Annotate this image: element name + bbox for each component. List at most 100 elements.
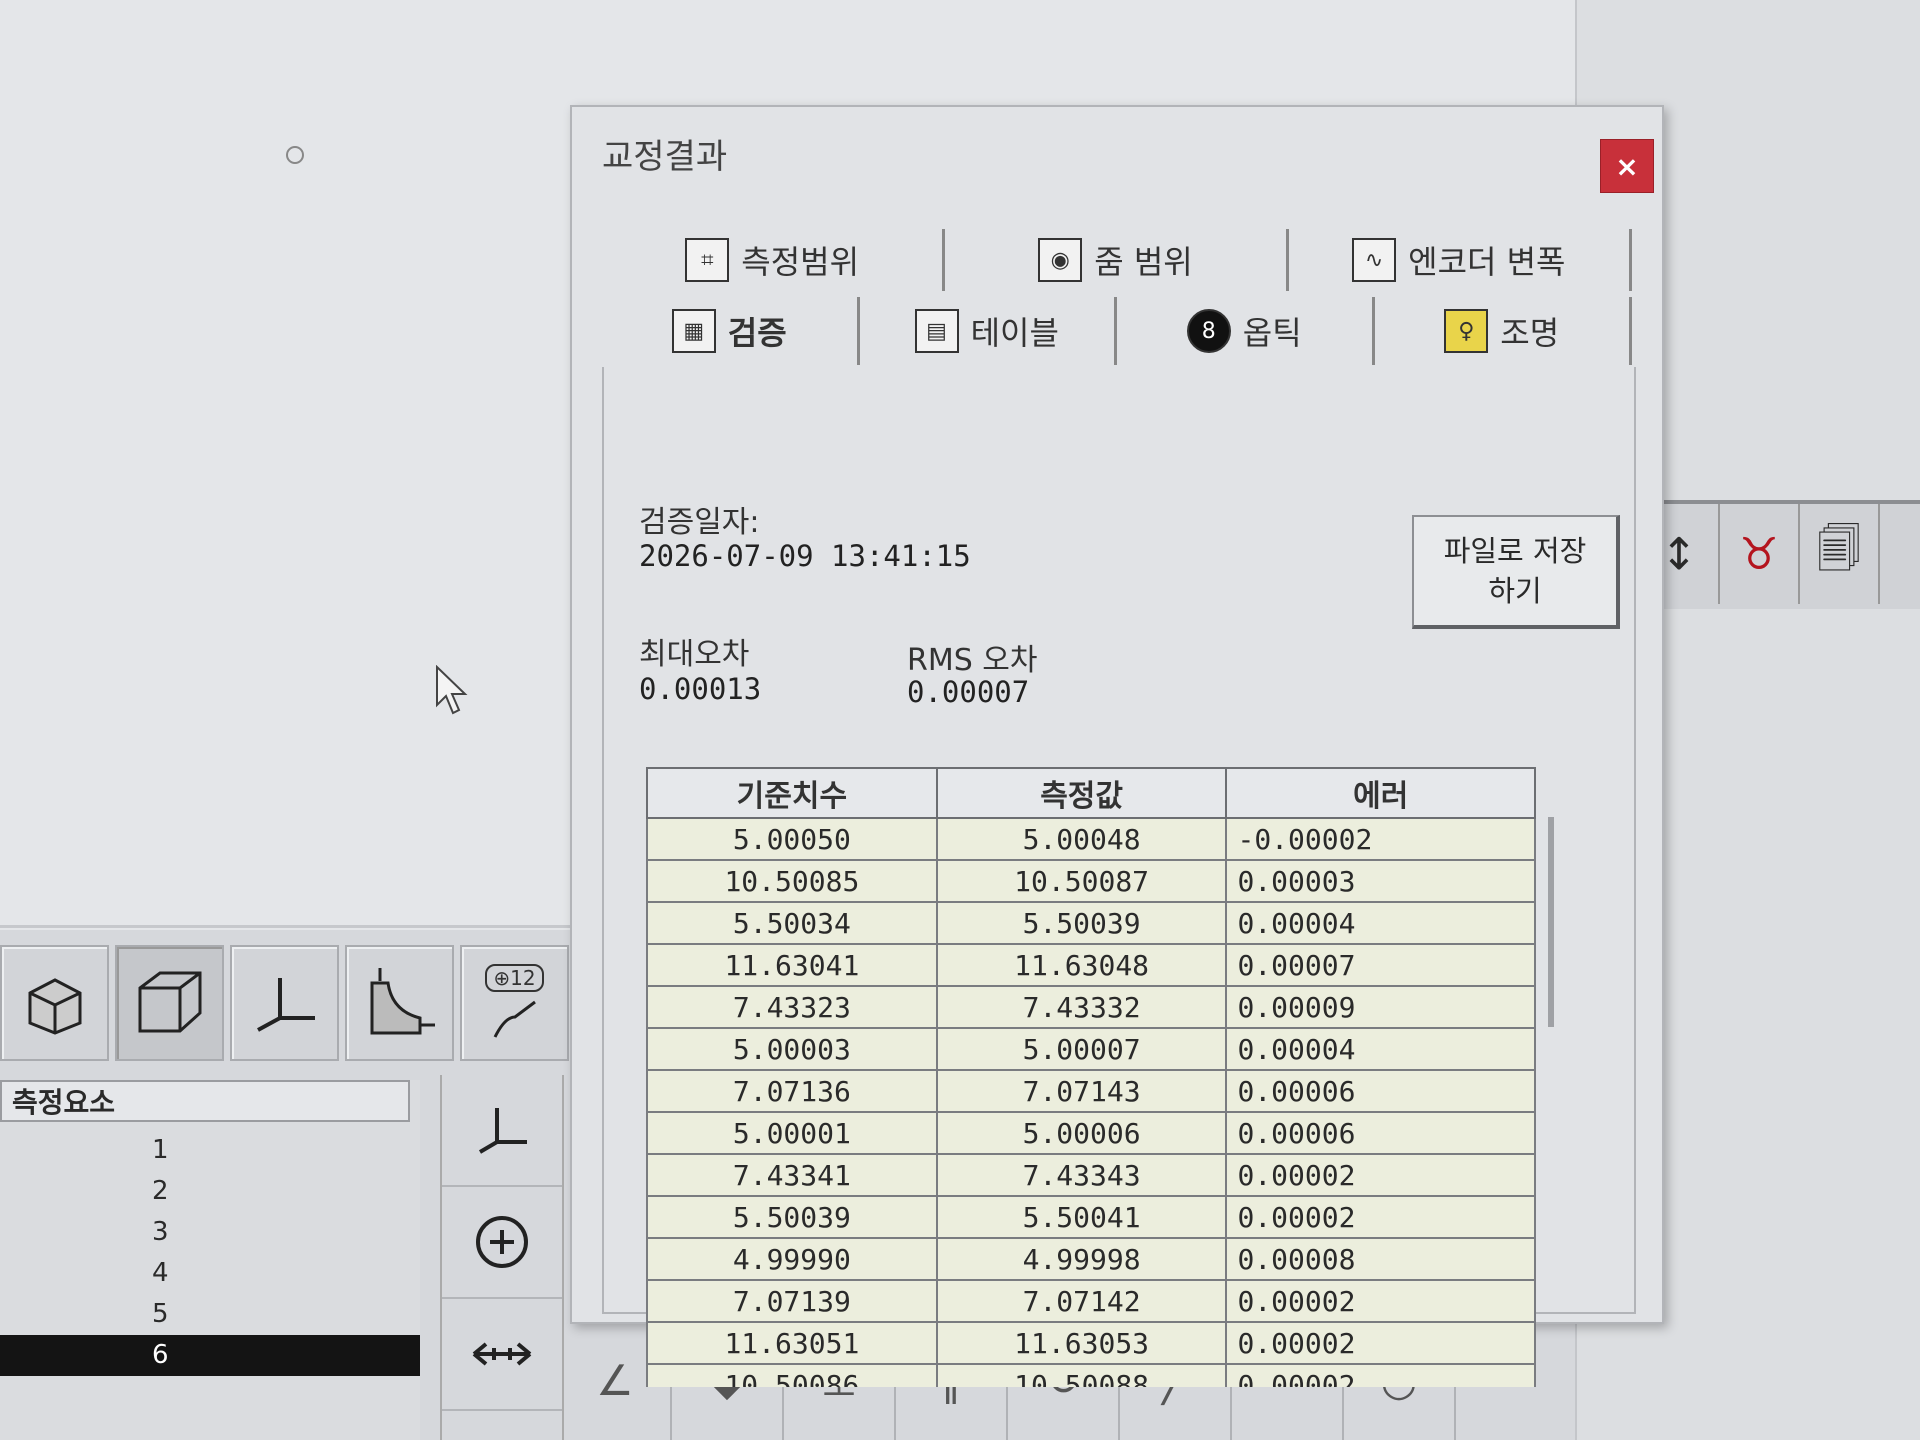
tool-column — [440, 1075, 564, 1440]
table-row[interactable]: 11.63051 11.63053 0.00002 — [646, 1321, 1536, 1365]
probe-count-badge: ⊕12 — [485, 964, 544, 992]
verify-panel: 검증일자: 2026-07-09 13:41:15 최대오차 0.00013 R… — [602, 367, 1636, 1387]
error-cell: -0.00002 — [1225, 817, 1536, 861]
mouse-cursor-icon — [436, 665, 468, 715]
error-cell: 0.00002 — [1225, 1153, 1536, 1197]
measured-cell: 5.50039 — [935, 901, 1228, 945]
measured-cell: 7.07143 — [935, 1069, 1228, 1113]
rms-error-label: RMS 오차 — [907, 643, 1038, 678]
table-body: 5.00050 5.00048 -0.00002 10.50085 10.50087 0.… — [646, 817, 1536, 1387]
close-button[interactable]: × — [1600, 139, 1654, 193]
measured-cell: 7.43343 — [935, 1153, 1228, 1197]
measure-range-icon: ⌗ — [685, 238, 730, 282]
reference-cell: 5.00001 — [646, 1111, 938, 1155]
reference-cell: 7.07136 — [646, 1069, 938, 1113]
measured-cell: 7.43332 — [935, 985, 1228, 1029]
table-icon: ▤ — [914, 309, 959, 353]
table-row[interactable]: 5.00001 5.00006 0.00006 — [646, 1111, 1536, 1155]
table-row[interactable]: 4.99990 4.99998 0.00008 — [646, 1237, 1536, 1281]
element-item[interactable]: 5 — [0, 1294, 420, 1335]
tab-label: 옵틱 — [1242, 314, 1302, 352]
reference-cell: 10.50086 — [646, 1363, 938, 1387]
measured-cell: 5.00007 — [935, 1027, 1228, 1071]
tabs-row-1: ⌗ 측정범위 ◉ 줌 범위 ∿ 엔코더 변폭 — [602, 229, 1632, 291]
encoder-wave-icon: ∿ — [1352, 238, 1397, 282]
dialog-title: 교정결과 — [602, 137, 728, 177]
calibration-result-dialog: 교정결과 × ⌗ 측정범위 ◉ 줌 범위 ∿ 엔코더 변폭 ▦ 검증 ▤ 테이블… — [570, 105, 1664, 1387]
error-cell: 0.00002 — [1225, 1195, 1536, 1239]
tabs-row-2: ▦ 검증 ▤ 테이블 8 옵틱 ♀ 조명 — [602, 297, 1632, 365]
tab-verify[interactable]: ▦ 검증 — [602, 297, 857, 365]
tab-label: 테이블 — [970, 314, 1059, 352]
error-cell: 0.00004 — [1225, 901, 1536, 945]
table-row[interactable]: 7.07139 7.07142 0.00002 — [646, 1279, 1536, 1323]
table-row[interactable]: 7.43341 7.43343 0.00002 — [646, 1153, 1536, 1197]
optic-icon: 8 — [1186, 309, 1231, 353]
error-cell: 0.00009 — [1225, 985, 1536, 1029]
reference-cell: 5.00050 — [646, 817, 938, 861]
error-cell: 0.00007 — [1225, 943, 1536, 987]
reference-cell: 7.43323 — [646, 985, 938, 1029]
profile-icon[interactable] — [345, 945, 454, 1061]
measured-cell: 5.50041 — [935, 1195, 1228, 1239]
column-header-measured[interactable]: 측정값 — [935, 767, 1228, 819]
circle-plus-icon[interactable] — [442, 1187, 562, 1299]
table-scrollbar[interactable] — [1548, 817, 1554, 1027]
probe-icon[interactable]: ♉ — [1720, 504, 1800, 604]
probe-count-icon[interactable]: ⊕12 — [460, 945, 569, 1061]
element-panel-header: 측정요소 — [0, 1080, 410, 1122]
element-item[interactable]: 2 — [0, 1171, 420, 1212]
table-row[interactable]: 7.43323 7.43332 0.00009 — [646, 985, 1536, 1029]
column-header-reference[interactable]: 기준치수 — [646, 767, 938, 819]
element-item[interactable]: 1 — [0, 1130, 420, 1171]
measured-cell: 10.50088 — [935, 1363, 1228, 1387]
table-row[interactable]: 11.63041 11.63048 0.00007 — [646, 943, 1536, 987]
tab-label: 측정범위 — [741, 243, 860, 281]
error-cell: 0.00004 — [1225, 1027, 1536, 1071]
view-toolbar: ⊕12 — [0, 945, 590, 1065]
tab-encoder[interactable]: ∿ 엔코더 변폭 — [1289, 229, 1632, 291]
axis-tool-icon[interactable] — [442, 1075, 562, 1187]
element-item[interactable]: 3 — [0, 1212, 420, 1253]
table-row[interactable]: 7.07136 7.07143 0.00006 — [646, 1069, 1536, 1113]
save-button-line1: 파일로 저장 — [1443, 534, 1587, 568]
column-header-error[interactable]: 에러 — [1225, 767, 1536, 819]
element-list: 1 2 3 4 5 6 — [0, 1130, 420, 1376]
tab-label: 조명 — [1500, 314, 1560, 352]
measured-cell: 7.07142 — [935, 1279, 1228, 1323]
tab-zoom-range[interactable]: ◉ 줌 범위 — [945, 229, 1289, 291]
element-item[interactable]: 4 — [0, 1253, 420, 1294]
reference-cell: 5.50039 — [646, 1195, 938, 1239]
axis-icon[interactable] — [230, 945, 339, 1061]
report-icon[interactable]: 🗐 — [1800, 504, 1880, 604]
table-row[interactable]: 10.50085 10.50087 0.00003 — [646, 859, 1536, 903]
tab-optic[interactable]: 8 옵틱 — [1117, 297, 1375, 365]
measured-cell: 5.00006 — [935, 1111, 1228, 1155]
error-cell: 0.00006 — [1225, 1111, 1536, 1155]
wire-cube-icon[interactable] — [115, 945, 224, 1061]
bulb-icon: ♀ — [1444, 309, 1489, 353]
tab-measure-range[interactable]: ⌗ 측정범위 — [602, 229, 946, 291]
element-item-selected[interactable]: 6 — [0, 1335, 420, 1376]
table-row[interactable]: 5.00050 5.00048 -0.00002 — [646, 817, 1536, 861]
reference-cell: 7.07139 — [646, 1279, 938, 1323]
measured-cell: 11.63053 — [935, 1321, 1228, 1365]
table-row[interactable]: 5.00003 5.00007 0.00004 — [646, 1027, 1536, 1071]
max-error-value: 0.00013 — [639, 672, 762, 706]
error-cell: 0.00003 — [1225, 859, 1536, 903]
reference-cell: 7.43341 — [646, 1153, 938, 1197]
distance-icon[interactable] — [442, 1299, 562, 1411]
verify-grid-icon: ▦ — [671, 309, 716, 353]
solid-cube-icon[interactable] — [0, 945, 109, 1061]
table-row[interactable]: 5.50039 5.50041 0.00002 — [646, 1195, 1536, 1239]
rms-error-value: 0.00007 — [907, 675, 1030, 709]
tab-table[interactable]: ▤ 테이블 — [856, 297, 1117, 365]
tab-label: 검증 — [727, 314, 787, 352]
reference-cell: 4.99990 — [646, 1237, 938, 1281]
table-row[interactable]: 5.50034 5.50039 0.00004 — [646, 901, 1536, 945]
verify-table: 기준치수 측정값 에러 5.00050 5.00048 -0.00002 10.500… — [646, 767, 1536, 1387]
tab-lighting[interactable]: ♀ 조명 — [1375, 297, 1632, 365]
save-to-file-button[interactable]: 파일로 저장 하기 — [1412, 515, 1620, 629]
table-row[interactable]: 10.50086 10.50088 0.00002 — [646, 1363, 1536, 1387]
error-cell: 0.00008 — [1225, 1237, 1536, 1281]
